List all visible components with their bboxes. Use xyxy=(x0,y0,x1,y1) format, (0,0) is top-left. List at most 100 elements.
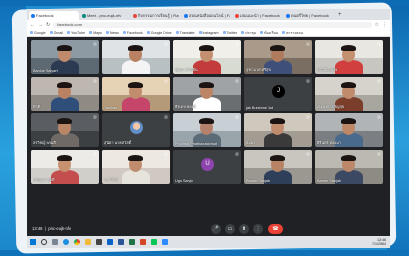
more-options-icon[interactable]: ⋮ xyxy=(93,42,97,46)
more-options-icon[interactable]: ⋮ xyxy=(235,115,239,119)
tab-meet[interactable]: Meet - pnc-eujk-nfv xyxy=(80,11,130,20)
star-icon[interactable]: ☆ xyxy=(375,22,379,28)
bookmark-item[interactable]: Maps xyxy=(89,31,102,35)
participant-hair xyxy=(128,81,143,88)
bookmark-icon xyxy=(105,31,109,34)
participant-tile[interactable]: ⋮ ศิรินทร์ ทองมา xyxy=(315,113,383,147)
bookmark-item[interactable]: Gmail xyxy=(49,31,63,35)
chrome-icon[interactable] xyxy=(74,239,80,245)
participant-tile[interactable]: J ⋮ jak Bunlome 1st xyxy=(244,76,312,111)
line-icon[interactable] xyxy=(151,239,157,245)
more-options-button[interactable]: ⋮ xyxy=(253,224,263,234)
bookmark-item[interactable]: Instagram xyxy=(198,31,219,35)
participant-name: กิตติ xyxy=(33,104,41,109)
file-explorer-icon[interactable] xyxy=(85,239,91,245)
powerpoint-icon[interactable] xyxy=(140,239,146,245)
bookmark-item[interactable]: News xyxy=(105,31,119,35)
bookmark-icon xyxy=(175,31,179,34)
participant-tile[interactable]: ⋮ ชุติมา คำกลิ่น xyxy=(173,40,241,74)
more-options-icon[interactable]: ⋮ xyxy=(377,151,381,156)
participant-tile[interactable]: ⋮ Phurinat Phathanasiriwat xyxy=(173,113,241,147)
bookmark-item[interactable]: Twitter xyxy=(222,31,237,35)
more-options-icon[interactable]: ⋮ xyxy=(164,78,168,83)
bookmark-icon xyxy=(198,31,202,34)
more-options-icon[interactable]: ⋮ xyxy=(235,151,239,156)
more-options-icon[interactable]: ⋮ xyxy=(377,78,381,83)
forward-icon[interactable]: → xyxy=(38,22,43,28)
participant-tile[interactable]: ⋮ จุฑามาศ ศรีสุข xyxy=(244,40,312,74)
participant-tile[interactable]: ⋮ ณัฐพงษ์ เจริญสุข xyxy=(315,76,383,111)
bookmark-item[interactable]: Facebook xyxy=(122,31,143,35)
more-options-icon[interactable]: ⋮ xyxy=(306,151,310,156)
reload-icon[interactable]: ↻ xyxy=(46,22,50,28)
bookmark-icon xyxy=(30,31,33,34)
participant-tile[interactable]: ⋮ Tamkao xyxy=(102,76,170,111)
participant-tile[interactable]: ⋮ Baram Sanjab xyxy=(315,149,383,184)
tab-label: กิจกรรมการเรียนรู้ | Flas xyxy=(138,13,179,18)
present-button[interactable]: ⬆ xyxy=(239,224,249,234)
bookmark-item[interactable]: ประชุม xyxy=(241,30,256,36)
more-options-icon[interactable]: ⋮ xyxy=(164,151,168,156)
participant-tile[interactable]: ⋮ Baram Sanjab xyxy=(244,149,312,184)
zoom-icon[interactable] xyxy=(162,239,168,245)
tab-activity[interactable]: กิจกรรมการเรียนรู้ | Flas xyxy=(131,11,181,20)
edge-icon[interactable] xyxy=(63,239,69,245)
search-icon[interactable] xyxy=(41,239,47,245)
bookmarks-bar: Google Gmail YouTube Maps News Facebook Google… xyxy=(27,29,390,37)
camera-button[interactable]: ▭ xyxy=(225,224,235,234)
participant-name: สรวิชญ์ พรมดี xyxy=(33,141,56,145)
bookmark-item[interactable]: ห้องเรียน xyxy=(260,30,278,36)
participant-tile[interactable]: ⋮ ปริญญา สุขดี xyxy=(31,149,99,184)
participant-hair xyxy=(57,81,72,88)
windows-start-icon[interactable] xyxy=(30,239,36,245)
tab-facebook[interactable]: Facebook xyxy=(29,11,79,20)
bookmark-item[interactable]: YouTube xyxy=(66,31,85,35)
participant-tile[interactable]: ⋮ อัมพร xyxy=(244,113,312,147)
more-options-icon[interactable]: ⋮ xyxy=(93,151,97,156)
word-icon[interactable] xyxy=(118,239,124,245)
bookmark-icon xyxy=(260,31,264,34)
more-options-icon[interactable]: ⋮ xyxy=(235,42,239,46)
more-options-icon[interactable]: ⋮ xyxy=(235,78,239,83)
participant-tile[interactable]: ⋮ ภาวิณี สมใจ xyxy=(315,40,383,74)
bookmark-item[interactable]: Google Drive xyxy=(146,31,172,35)
participant-hair xyxy=(270,154,285,161)
more-options-icon[interactable]: ⋮ xyxy=(377,42,381,46)
more-options-icon[interactable]: ⋮ xyxy=(377,115,381,119)
participant-tile[interactable]: ⋮ Banlue Saiyart xyxy=(31,40,99,74)
more-options-icon[interactable]: ⋮ xyxy=(306,42,310,46)
task-view-icon[interactable] xyxy=(52,239,58,245)
end-call-button[interactable]: ☎ xyxy=(268,224,283,234)
more-options-icon[interactable]: ⋮ xyxy=(306,115,310,119)
participant-body xyxy=(122,60,150,74)
more-options-icon[interactable]: ⋮ xyxy=(93,115,97,119)
microphone-button[interactable]: 🎤 xyxy=(211,224,221,234)
bookmark-item[interactable]: Google xyxy=(30,31,46,35)
participant-name: Baram Sanjab xyxy=(246,178,271,183)
participant-tile[interactable]: ⋮ สรวิชญ์ พรมดี xyxy=(31,113,99,147)
address-bar[interactable]: facebook.com xyxy=(53,21,372,28)
participant-tile[interactable]: ⋮ กิตติ xyxy=(31,76,99,111)
participant-tile[interactable]: ⋮ ระวี ใจดี xyxy=(102,149,170,184)
tab-recommend[interactable]: เล่มแนะนำ | Facebook xyxy=(233,11,283,20)
participant-tile[interactable]: ⋮ สุนิตา นาคสวัสดิ์ xyxy=(102,113,170,147)
mail-icon[interactable] xyxy=(107,239,113,245)
participant-tile[interactable]: ⋮ xyxy=(102,40,170,74)
more-options-icon[interactable]: ⋮ xyxy=(306,78,310,83)
tab-thai-music[interactable]: ดนตรีไทย | Facebook xyxy=(284,11,334,20)
participant-tile[interactable]: U ⋮ Ugo Sanjo xyxy=(173,149,241,184)
bookmark-item[interactable]: ตารางสอน xyxy=(282,30,303,36)
tab-label: Facebook xyxy=(36,13,54,18)
excel-icon[interactable] xyxy=(129,239,135,245)
tab-online-teaching[interactable]: สอนหนังสือออนไลน์ | Fac xyxy=(182,11,232,20)
participant-tile[interactable]: ⋮ ธีรเดช ทองดี xyxy=(173,76,241,111)
more-options-icon[interactable]: ⋮ xyxy=(164,115,168,119)
bookmark-item[interactable]: Translate xyxy=(175,31,195,35)
back-icon[interactable]: ← xyxy=(30,22,35,28)
participant-hair xyxy=(341,45,356,51)
more-options-icon[interactable]: ⋮ xyxy=(164,42,168,46)
store-icon[interactable] xyxy=(96,239,102,245)
menu-icon[interactable]: ⋮ xyxy=(382,22,387,28)
more-options-icon[interactable]: ⋮ xyxy=(93,78,97,83)
new-tab-button[interactable]: + xyxy=(335,11,345,20)
